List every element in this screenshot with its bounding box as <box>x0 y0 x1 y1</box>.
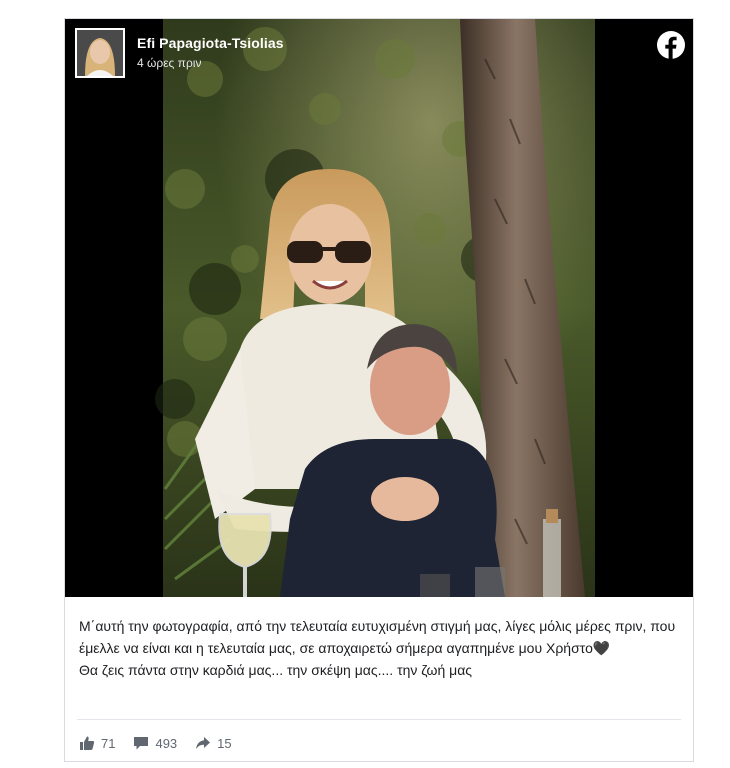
post-timestamp[interactable]: 4 ώρες πριν <box>137 56 201 70</box>
divider <box>77 719 681 720</box>
facebook-post-card: Efi Papagiota-Tsiolias 4 ώρες πριν Μ΄αυτ… <box>64 18 694 762</box>
post-caption: Μ΄αυτή την φωτογραφία, από την τελευταία… <box>79 615 679 681</box>
shares-stat[interactable]: 15 <box>195 735 232 751</box>
comments-stat[interactable]: 493 <box>133 735 177 751</box>
share-arrow-icon <box>196 737 211 749</box>
likes-count: 71 <box>101 735 116 751</box>
facebook-icon[interactable] <box>657 31 685 59</box>
author-avatar[interactable] <box>75 28 125 78</box>
comments-count: 493 <box>155 735 178 751</box>
post-photo-image <box>155 19 595 597</box>
shares-count: 15 <box>217 735 232 751</box>
caption-line-1: Μ΄αυτή την φωτογραφία, από την τελευταία… <box>79 618 676 656</box>
author-name[interactable]: Efi Papagiota-Tsiolias <box>137 35 284 51</box>
comment-icon <box>134 737 149 750</box>
caption-line-2: Θα ζεις πάντα στην καρδιά μας... την σκέ… <box>79 662 473 678</box>
likes-stat[interactable]: 71 <box>79 735 115 751</box>
thumbs-up-icon <box>80 736 95 750</box>
author-avatar-image <box>77 30 123 76</box>
embedded-post-page: Efi Papagiota-Tsiolias 4 ώρες πριν Μ΄αυτ… <box>0 0 730 768</box>
post-stats: 71 493 15 <box>79 735 232 751</box>
post-photo[interactable]: Efi Papagiota-Tsiolias 4 ώρες πριν <box>65 19 693 597</box>
post-header: Efi Papagiota-Tsiolias 4 ώρες πριν <box>65 19 693 89</box>
